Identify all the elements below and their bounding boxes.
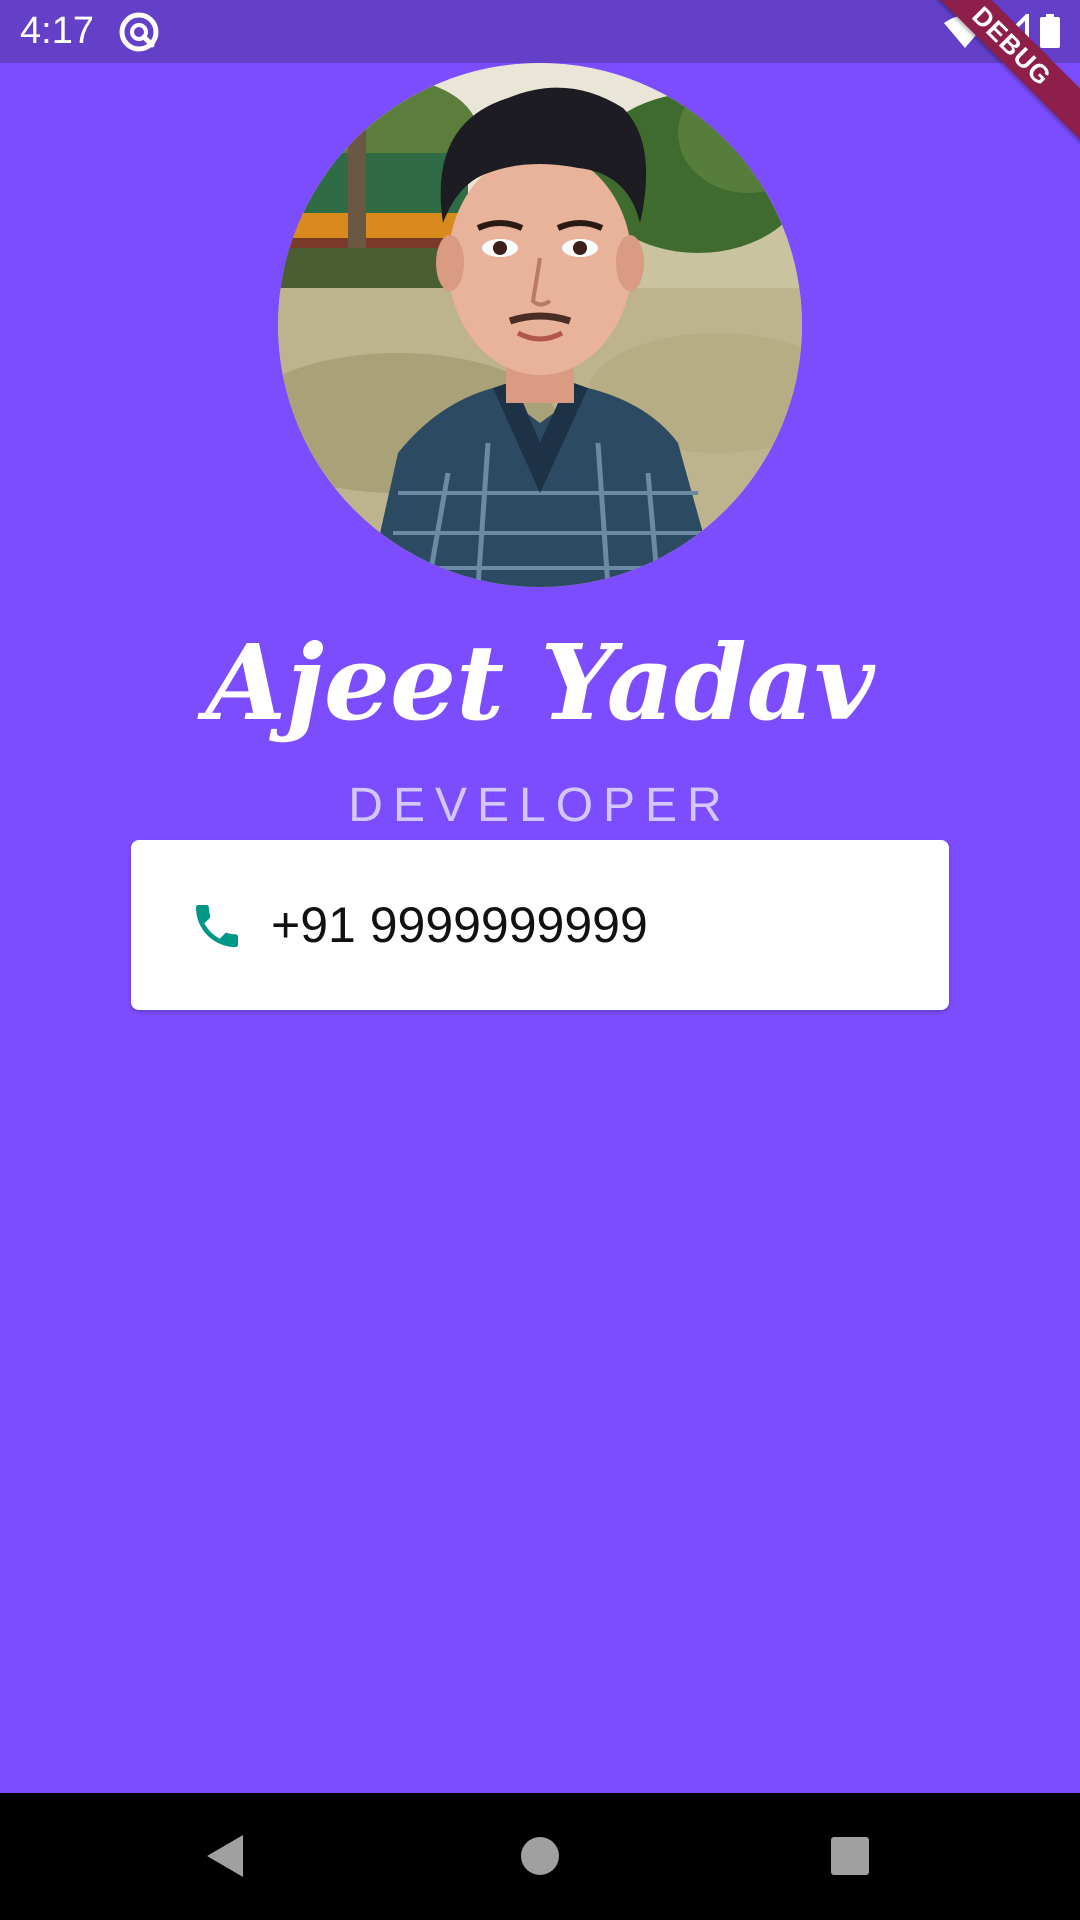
profile-photo (278, 63, 802, 587)
profile-title: DEVELOPER (348, 779, 732, 832)
status-time: 4:17 (20, 10, 94, 52)
battery-icon (1040, 14, 1060, 48)
recents-icon[interactable] (831, 1837, 869, 1875)
at-sign-icon (118, 11, 160, 53)
status-bar: 4:17 (0, 0, 1080, 63)
navigation-bar (0, 1793, 1080, 1920)
screen: 4:17 DEBUG Ajeet Yadav DEVELOPER +91 999… (0, 0, 1080, 1920)
phone-icon (189, 898, 245, 954)
back-icon[interactable] (205, 1833, 245, 1879)
phone-number: +91 9999999999 (271, 897, 648, 953)
profile-name: Ajeet Yadav (205, 621, 875, 744)
home-icon[interactable] (521, 1837, 559, 1875)
phone-card[interactable]: +91 9999999999 (131, 840, 949, 1010)
